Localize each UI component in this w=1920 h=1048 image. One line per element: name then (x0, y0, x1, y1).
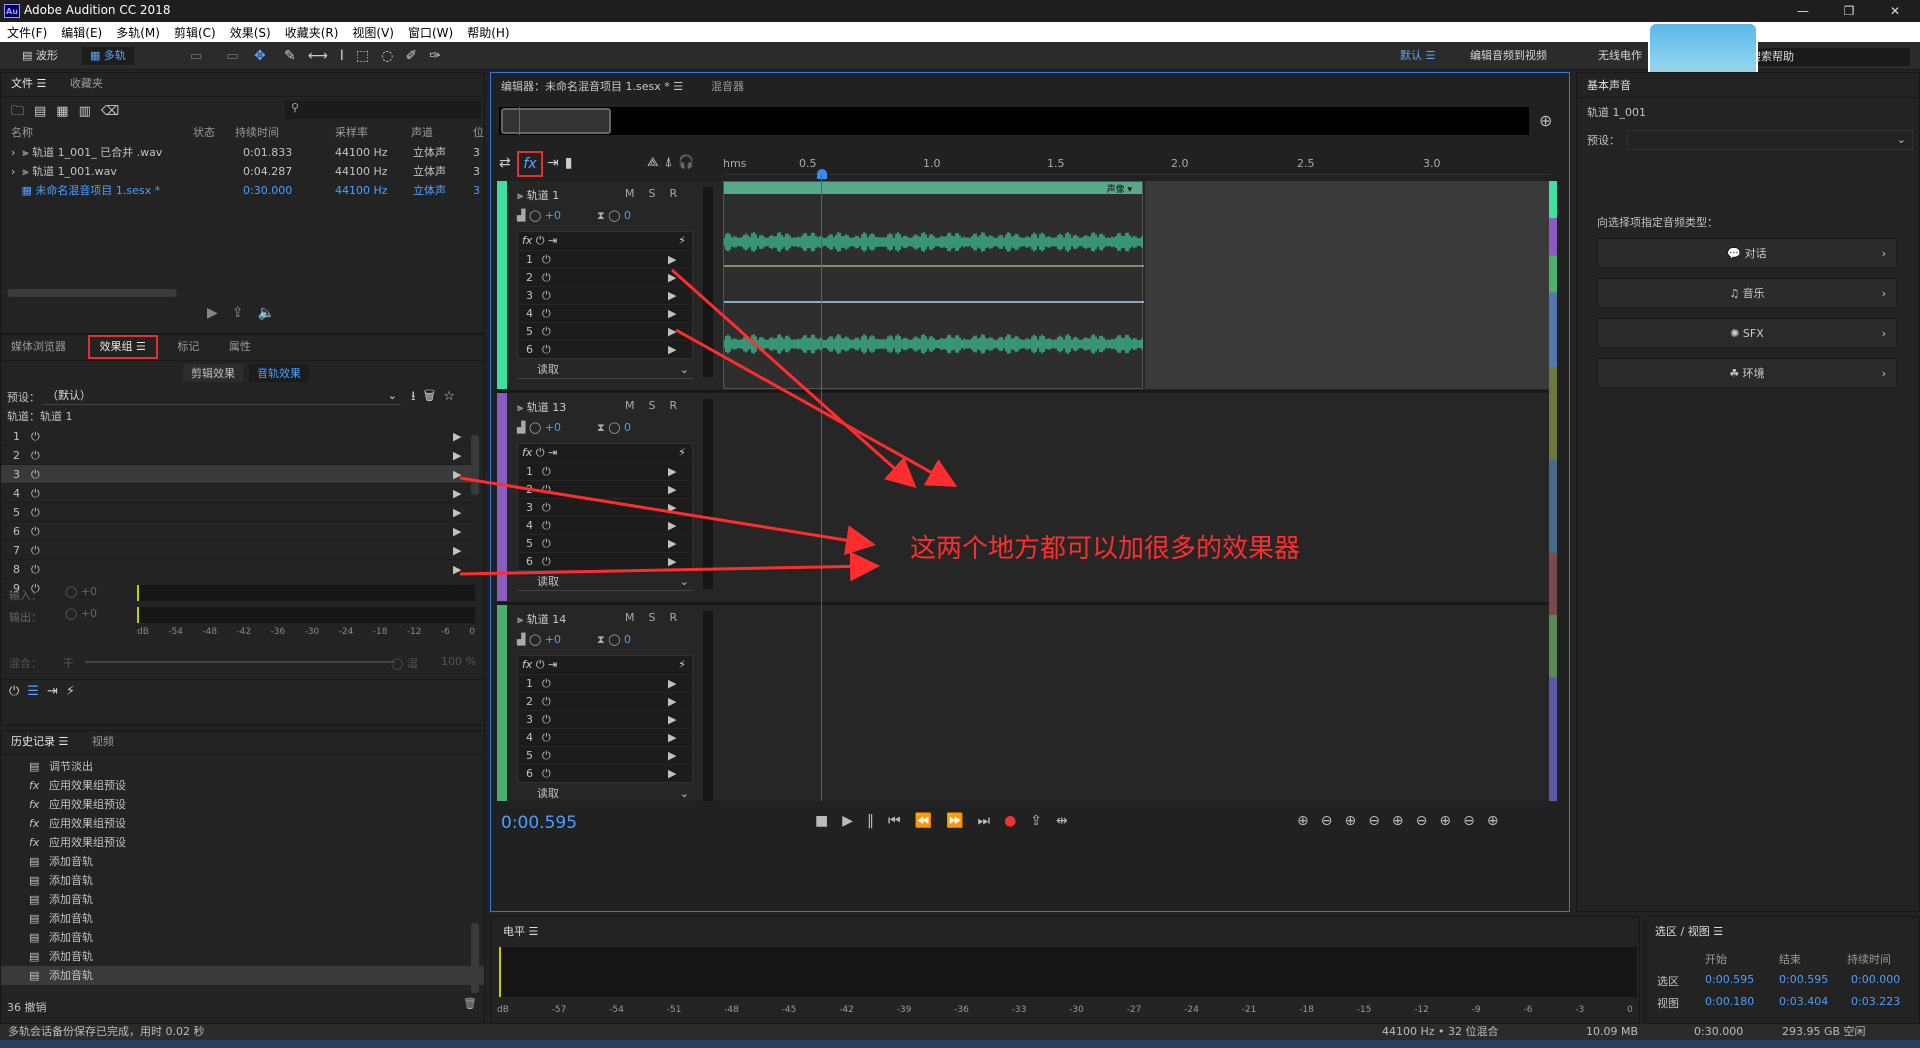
view-duration[interactable]: 0:03.223 (1851, 995, 1900, 1008)
levels-scale: dB -57 -54 -51 -48 -45 -42 -39 -36 -33 -30 -27 -24 -2… (497, 1005, 1633, 1015)
essential-track: 轨道 1_001 (1577, 97, 1919, 126)
level-tick: dB (497, 1005, 509, 1015)
level-tick: -24 (1184, 1005, 1199, 1015)
status-memory: 10.09 MB (1586, 1025, 1639, 1038)
levels-meter (499, 947, 1637, 997)
selview-title: 选区 / 视图 ☰ (1655, 925, 1724, 938)
level-tick: -21 (1241, 1005, 1257, 1015)
status-duration: 0:30.000 (1694, 1025, 1744, 1038)
level-tick: -33 (1011, 1005, 1027, 1015)
audio-type-button[interactable]: ☘ 环境 › (1597, 358, 1897, 388)
essential-preset-label: 预设： (1587, 134, 1620, 147)
status-rate: 44100 Hz • 32 位混合 (1382, 1025, 1499, 1038)
selection-start[interactable]: 0:00.595 (1705, 973, 1754, 986)
level-tick: -27 (1126, 1005, 1142, 1015)
level-tick: -51 (666, 1005, 682, 1015)
essential-sound-panel: 基本声音 轨道 1_001 预设： ⌄ 向选择项指定音频类型： 💬 对话 › ♫ 音… (1576, 72, 1920, 912)
selection-duration[interactable]: 0:00.000 (1851, 973, 1900, 986)
level-tick: -48 (724, 1005, 739, 1015)
col-start: 开始 (1705, 953, 1727, 966)
type-icon: ♫ (1729, 287, 1740, 300)
view-end[interactable]: 0:03.404 (1779, 995, 1828, 1008)
level-tick: -15 (1356, 1005, 1372, 1015)
audio-type-button[interactable]: 💬 对话 › (1597, 238, 1897, 268)
level-tick: -57 (551, 1005, 567, 1015)
levels-title: 电平 ☰ (503, 925, 539, 938)
level-tick: -54 (609, 1005, 624, 1015)
assign-type-label: 向选择项指定音频类型： (1597, 216, 1718, 229)
essential-preset-select[interactable]: ⌄ (1627, 130, 1913, 150)
audio-type-button[interactable]: ♫ 音乐 › (1597, 278, 1897, 308)
status-message: 多轨会话备份保存已完成，用时 0.02 秒 (8, 1025, 205, 1038)
level-tick: -6 (1523, 1005, 1533, 1015)
level-tick: -36 (954, 1005, 969, 1015)
audio-type-button[interactable]: ✺ SFX › (1597, 318, 1897, 348)
level-tick: -45 (781, 1005, 797, 1015)
view-start[interactable]: 0:00.180 (1705, 995, 1754, 1008)
type-icon: ☘ (1729, 367, 1740, 380)
type-icon: ✺ (1730, 327, 1740, 340)
level-tick: -12 (1414, 1005, 1429, 1015)
level-tick: -9 (1471, 1005, 1481, 1015)
level-tick: -3 (1575, 1005, 1585, 1015)
annotation-text: 这两个地方都可以加很多的效果器 (910, 534, 1301, 564)
col-duration: 持续时间 (1847, 953, 1891, 966)
level-tick: -42 (839, 1005, 854, 1015)
status-disk: 293.95 GB 空闲 (1782, 1025, 1866, 1038)
taskbar (0, 1040, 1920, 1048)
col-end: 结束 (1779, 953, 1801, 966)
level-tick: 0 (1627, 1005, 1633, 1015)
selection-end[interactable]: 0:00.595 (1779, 973, 1828, 986)
levels-panel: 电平 ☰ dB -57 -54 -51 -48 -45 -42 -39 -36 -33 -30 -27… (490, 916, 1640, 1024)
type-icon: 💬 (1727, 247, 1742, 260)
level-tick: -39 (896, 1005, 912, 1015)
view-label: 视图 (1657, 997, 1679, 1010)
essential-title: 基本声音 (1587, 79, 1631, 92)
level-tick: -18 (1299, 1005, 1314, 1015)
status-bar: 多轨会话备份保存已完成，用时 0.02 秒 44100 Hz • 32 位混合 … (0, 1024, 1920, 1040)
selection-view-panel: 选区 / 视图 ☰ 开始 结束 持续时间 选区 0:00.595 0:00.59… (1644, 916, 1920, 1024)
selection-label: 选区 (1657, 975, 1679, 988)
level-tick: -30 (1069, 1005, 1084, 1015)
